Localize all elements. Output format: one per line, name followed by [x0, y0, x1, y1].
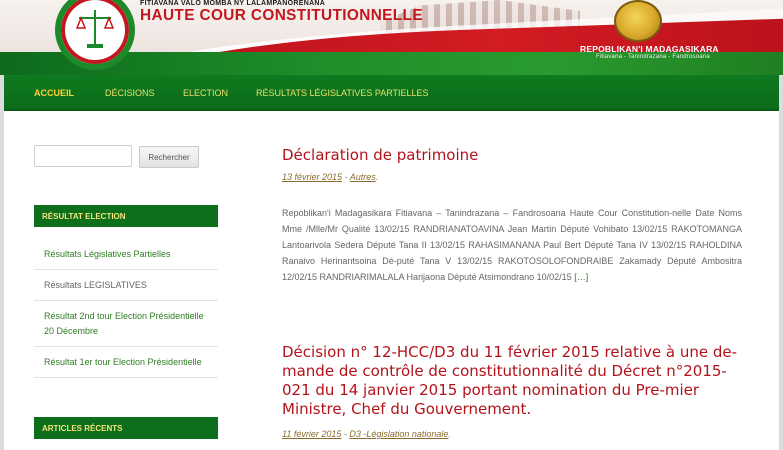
- widget-heading-articles-recents: ARTICLES RÉCENTS: [34, 417, 218, 439]
- post-excerpt: Repoblikan'i Madagasikara Fitiavana – Ta…: [282, 205, 742, 285]
- sidebar-item-legislatives[interactable]: Résultats LEGISLATIVES: [34, 270, 218, 301]
- search-input[interactable]: [34, 145, 132, 167]
- nav-item-resultats-legislatives[interactable]: RÉSULTATS LÉGISLATIVES PARTIELLES: [256, 88, 429, 98]
- sidebar-item-2nd-tour[interactable]: Résultat 2nd tour Election Présidentiell…: [34, 301, 218, 347]
- post-date[interactable]: 13 février 2015: [282, 172, 342, 182]
- page-content: Rechercher RÉSULTAT ELECTION Résultats L…: [4, 111, 779, 450]
- scales-of-justice-icon: [75, 10, 115, 48]
- national-seal-icon: [614, 0, 662, 42]
- nav-item-decisions[interactable]: DÉCISIONS: [105, 88, 155, 98]
- sidebar-item-legislatives-partielles[interactable]: Résultats Législatives Partielles: [34, 239, 218, 270]
- republic-name: REPOBLIKAN'I MADAGASIKARA: [580, 44, 719, 54]
- post-title[interactable]: Déclaration de patrimoine: [282, 146, 752, 164]
- post-category[interactable]: Autres: [350, 172, 376, 182]
- sidebar-item-1er-tour[interactable]: Résultat 1er tour Election Présidentiell…: [34, 347, 218, 378]
- post-meta: 13 février 2015 - Autres.: [282, 172, 379, 182]
- post-category[interactable]: D3 -Législation nationale: [349, 429, 448, 439]
- main-navigation: ACCUEIL DÉCISIONS ELECTION RÉSULTATS LÉG…: [4, 75, 779, 111]
- post-date[interactable]: 11 février 2015: [282, 429, 341, 439]
- widget-heading-resultat-election: RÉSULTAT ELECTION: [34, 205, 218, 227]
- post-title[interactable]: Décision n° 12-HCC/D3 du 11 février 2015…: [282, 343, 752, 419]
- read-more-link[interactable]: […]: [574, 272, 588, 282]
- site-header-banner: FITIAVANA VALO MOMBA NY LALAMPANORENANA …: [0, 0, 783, 75]
- search-button[interactable]: Rechercher: [139, 146, 199, 168]
- post-meta: 11 février 2015 - D3 -Législation nation…: [282, 429, 451, 439]
- republic-motto: Fitiavana - Tanindrazana - Fandrosoana: [596, 54, 710, 60]
- site-title[interactable]: HAUTE COUR CONSTITUTIONNELLE: [140, 7, 423, 25]
- election-results-list: Résultats Législatives Partielles Résult…: [34, 239, 218, 378]
- header-motto: FITIAVANA VALO MOMBA NY LALAMPANORENANA: [140, 0, 326, 7]
- nav-item-election[interactable]: ELECTION: [183, 88, 228, 98]
- post-excerpt-text: Repoblikan'i Madagasikara Fitiavana – Ta…: [282, 208, 742, 282]
- nav-item-accueil[interactable]: ACCUEIL: [34, 88, 74, 98]
